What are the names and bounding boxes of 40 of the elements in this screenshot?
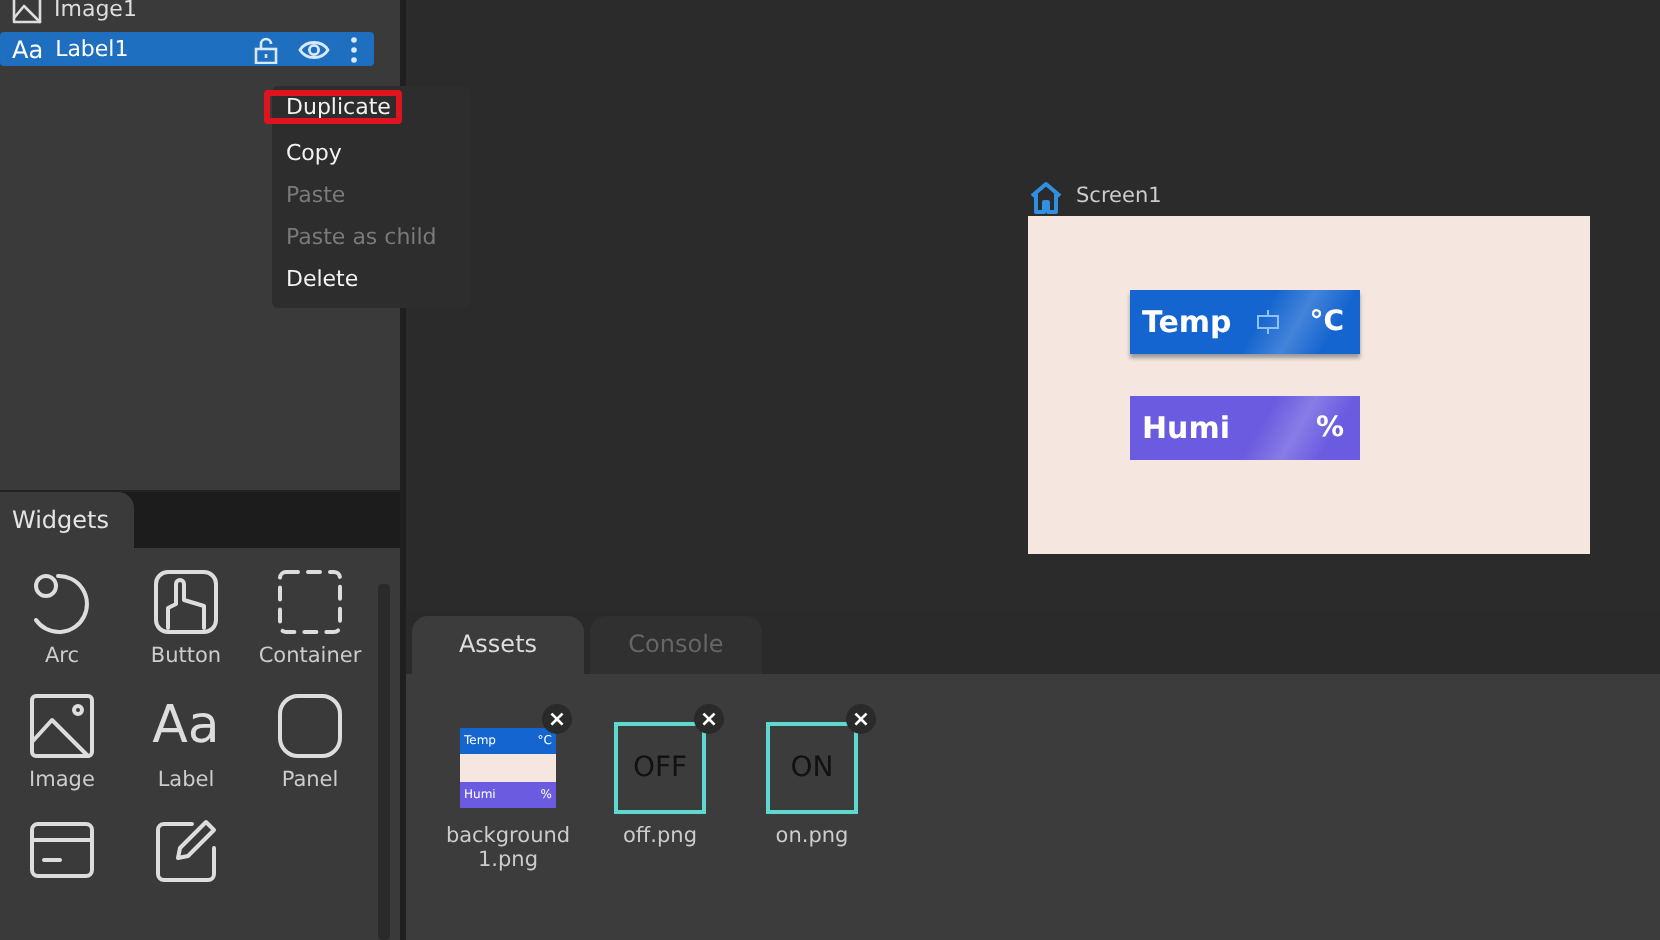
unlock-icon xyxy=(252,35,280,63)
asset-name: off.png xyxy=(621,824,699,848)
tab[interactable]: Widgets xyxy=(0,492,134,548)
tab[interactable]: Assets xyxy=(412,616,584,674)
remove-button[interactable]: × xyxy=(542,704,572,734)
eye-icon xyxy=(298,35,330,63)
widget-label: Temp xyxy=(1142,304,1234,340)
asset-name: on.png xyxy=(773,824,851,848)
tree-item[interactable]: Aa Label1 xyxy=(0,32,374,66)
home-icon xyxy=(1028,179,1064,213)
asset-name: background1.png xyxy=(444,824,572,872)
menu-item[interactable]: Duplicate xyxy=(264,90,402,124)
widget-tile[interactable]: Arc xyxy=(0,568,124,692)
label-widget[interactable]: Humi % xyxy=(1130,396,1360,460)
widget-tile[interactable]: Image xyxy=(0,692,124,816)
menu-item[interactable]: Copy xyxy=(272,132,470,174)
widget-tile[interactable]: Button xyxy=(124,568,248,692)
label-type-icon: Aa xyxy=(152,692,220,760)
container-icon xyxy=(276,568,344,636)
tree-item[interactable]: Image1 xyxy=(0,0,374,26)
unit-label: % xyxy=(1315,412,1344,444)
edit-icon xyxy=(152,816,220,884)
button-icon xyxy=(152,568,220,636)
unit-label: °C xyxy=(1309,306,1344,338)
more-icon xyxy=(348,35,360,63)
panel-icon xyxy=(276,692,344,760)
widget-label: Humi xyxy=(1142,410,1233,446)
screen-name: Screen1 xyxy=(1076,184,1162,208)
image-icon xyxy=(12,0,42,24)
card-icon xyxy=(28,816,96,884)
remove-button[interactable]: × xyxy=(694,704,724,734)
widget-tile[interactable]: Panel xyxy=(248,692,372,816)
widget-tile[interactable]: Container xyxy=(248,568,372,692)
label-widget[interactable]: Temp °C xyxy=(1130,290,1360,354)
widget-tile[interactable]: Aa Label xyxy=(124,692,248,816)
image-icon xyxy=(28,692,96,760)
label-type-icon: Aa xyxy=(12,35,44,63)
menu-item[interactable]: Delete xyxy=(272,258,470,300)
remove-button[interactable]: × xyxy=(846,704,876,734)
chip-icon xyxy=(1253,308,1282,336)
